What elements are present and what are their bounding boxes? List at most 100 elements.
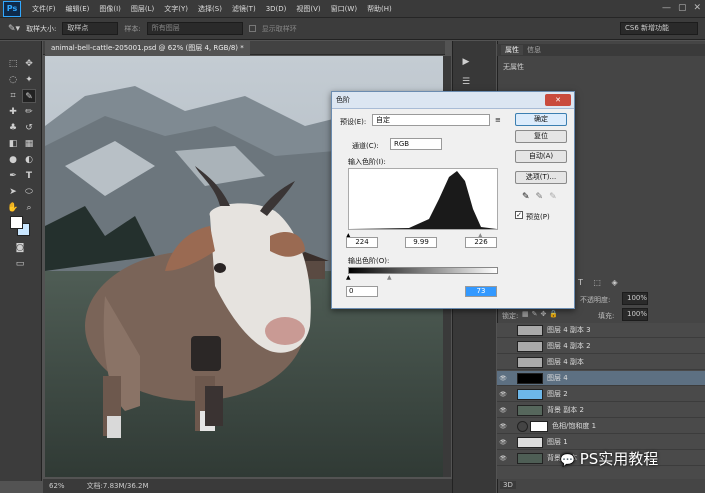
menu-layer[interactable]: 图层(L) <box>126 4 159 14</box>
input-white-field[interactable]: 226 <box>465 237 497 248</box>
lock-icons[interactable]: ▦✎✥🔒 <box>522 310 561 318</box>
wechat-icon: 💬 <box>560 453 575 467</box>
layer-row[interactable]: 👁 图层 2 <box>497 387 705 402</box>
layer-mask-thumbnail <box>530 420 548 432</box>
type-tool-icon[interactable]: T <box>22 169 36 183</box>
output-levels-label: 输出色阶(O): <box>348 257 390 265</box>
layer-row[interactable]: 👁 色相/饱和度 1 <box>497 419 705 434</box>
output-black-field[interactable]: 0 <box>346 286 378 297</box>
actions-panel-icon[interactable]: ▶ <box>459 55 473 69</box>
menu-image[interactable]: 图像(I) <box>94 4 126 14</box>
output-white-field[interactable]: 73 <box>465 286 497 297</box>
ok-button[interactable]: 确定 <box>515 113 567 126</box>
blur-tool-icon[interactable]: ● <box>6 153 20 167</box>
eye-icon[interactable]: 👁 <box>497 439 509 446</box>
eye-icon[interactable]: 👁 <box>497 391 509 398</box>
eye-icon[interactable]: 👁 <box>497 407 509 414</box>
preset-options-icon[interactable]: ≡ <box>495 116 501 124</box>
preview-checkbox[interactable]: ✓ <box>515 211 523 219</box>
layer-row[interactable]: 👁 背景 副本 2 <box>497 403 705 418</box>
sample-select[interactable]: 所有图层 <box>146 22 243 35</box>
opacity-label: 不透明度: <box>580 296 611 304</box>
menu-edit[interactable]: 编辑(E) <box>61 4 95 14</box>
layer-row[interactable]: 图层 4 副本 2 <box>497 339 705 354</box>
layer-filter-icons[interactable]: T ⬚ ◈ <box>578 278 622 287</box>
healing-tool-icon[interactable]: ✚ <box>6 105 20 119</box>
menu-window[interactable]: 窗口(W) <box>326 4 362 14</box>
menu-3d[interactable]: 3D(D) <box>261 5 292 13</box>
pen-tool-icon[interactable]: ✒ <box>6 169 20 183</box>
layer-row[interactable]: 图层 4 副本 <box>497 355 705 370</box>
layer-row-selected[interactable]: 👁 图层 4 <box>497 371 705 386</box>
menu-file[interactable]: 文件(F) <box>27 4 61 14</box>
output-black-handle[interactable]: ▲ <box>346 274 351 281</box>
opacity-field[interactable]: 100% <box>622 292 648 305</box>
show-ring-checkbox[interactable] <box>248 25 256 32</box>
document-info: 文档:7.83M/36.2M <box>86 482 149 490</box>
eye-icon[interactable]: 👁 <box>497 455 509 462</box>
gradient-tool-icon[interactable]: ▦ <box>22 137 36 151</box>
zoom-level[interactable]: 62% <box>49 482 65 490</box>
tab-properties[interactable]: 属性 <box>501 45 523 55</box>
close-icon[interactable]: ✕ <box>545 94 571 106</box>
layer-name: 图层 4 副本 3 <box>547 326 591 334</box>
zoom-tool-icon[interactable]: ⌕ <box>22 201 36 215</box>
menu-filter[interactable]: 滤镜(T) <box>227 4 261 14</box>
lasso-tool-icon[interactable]: ◌ <box>6 73 20 87</box>
auto-button[interactable]: 自动(A) <box>515 150 567 163</box>
eyedropper-tool-icon[interactable]: ✎ <box>22 89 36 103</box>
gray-eyedropper-icon[interactable]: ✎ <box>536 192 550 202</box>
menu-bar: Ps 文件(F) 编辑(E) 图像(I) 图层(L) 文字(Y) 选择(S) 滤… <box>0 0 705 18</box>
minimize-icon[interactable]: — <box>662 3 671 13</box>
tab-3d[interactable]: 3D <box>500 481 516 489</box>
sample-size-select[interactable]: 取样点 <box>62 22 119 35</box>
document-tab[interactable]: animal-bell-cattle-205001.psd @ 62% (图层 … <box>45 41 250 55</box>
output-white-handle[interactable]: ▲ <box>387 274 392 281</box>
eraser-tool-icon[interactable]: ◧ <box>6 137 20 151</box>
magic-wand-tool-icon[interactable]: ✦ <box>22 73 36 87</box>
histogram <box>348 168 498 230</box>
preset-label: 预设(E): <box>340 118 367 126</box>
quick-mask-icon[interactable]: ◙ <box>13 241 27 255</box>
options-button[interactable]: 选项(T)... <box>515 171 567 184</box>
tab-info[interactable]: 信息 <box>527 45 541 55</box>
eye-icon[interactable]: 👁 <box>497 375 509 382</box>
white-eyedropper-icon[interactable]: ✎ <box>549 192 563 202</box>
output-levels-slider[interactable]: ▲ ▲ <box>346 274 498 281</box>
sample-size-label: 取样大小: <box>26 24 57 33</box>
document-tab-bar: animal-bell-cattle-205001.psd @ 62% (图层 … <box>43 41 445 55</box>
dodge-tool-icon[interactable]: ◐ <box>22 153 36 167</box>
reset-button[interactable]: 复位 <box>515 130 567 143</box>
layer-thumbnail <box>517 372 543 384</box>
move-tool-icon[interactable]: ✥ <box>22 57 36 71</box>
maximize-icon[interactable]: ▢ <box>678 3 687 13</box>
history-brush-tool-icon[interactable]: ↺ <box>22 121 36 135</box>
channel-select[interactable]: RGB <box>390 138 442 150</box>
workspace-select[interactable]: CS6 新增功能 <box>620 22 698 35</box>
hand-tool-icon[interactable]: ✋ <box>6 201 20 215</box>
fill-field[interactable]: 100% <box>622 308 648 321</box>
black-eyedropper-icon[interactable]: ✎ <box>522 192 536 202</box>
eye-icon[interactable]: 👁 <box>497 423 509 430</box>
path-selection-tool-icon[interactable]: ➤ <box>6 185 20 199</box>
sample-label: 样本: <box>124 24 141 33</box>
layer-row[interactable]: 图层 4 副本 3 <box>497 323 705 338</box>
stamp-tool-icon[interactable]: ♣ <box>6 121 20 135</box>
shape-tool-icon[interactable]: ⬭ <box>22 185 36 199</box>
input-gamma-field[interactable]: 9.99 <box>405 237 437 248</box>
history-panel-icon[interactable]: ☰ <box>459 75 473 89</box>
screen-mode-icon[interactable]: ▭ <box>13 257 27 271</box>
eyedropper-preset-icon[interactable]: ✎▾ <box>8 24 20 34</box>
close-icon[interactable]: ✕ <box>693 3 701 13</box>
foreground-color-swatch[interactable] <box>10 216 23 229</box>
input-black-field[interactable]: 224 <box>346 237 378 248</box>
menu-help[interactable]: 帮助(H) <box>362 4 397 14</box>
menu-select[interactable]: 选择(S) <box>193 4 227 14</box>
channel-label: 通道(C): <box>352 142 379 150</box>
menu-type[interactable]: 文字(Y) <box>159 4 193 14</box>
menu-view[interactable]: 视图(V) <box>291 4 325 14</box>
preset-select[interactable]: 自定 <box>372 114 490 126</box>
brush-tool-icon[interactable]: ✏ <box>22 105 36 119</box>
crop-tool-icon[interactable]: ⌗ <box>6 89 20 103</box>
marquee-tool-icon[interactable]: ⬚ <box>6 57 20 71</box>
